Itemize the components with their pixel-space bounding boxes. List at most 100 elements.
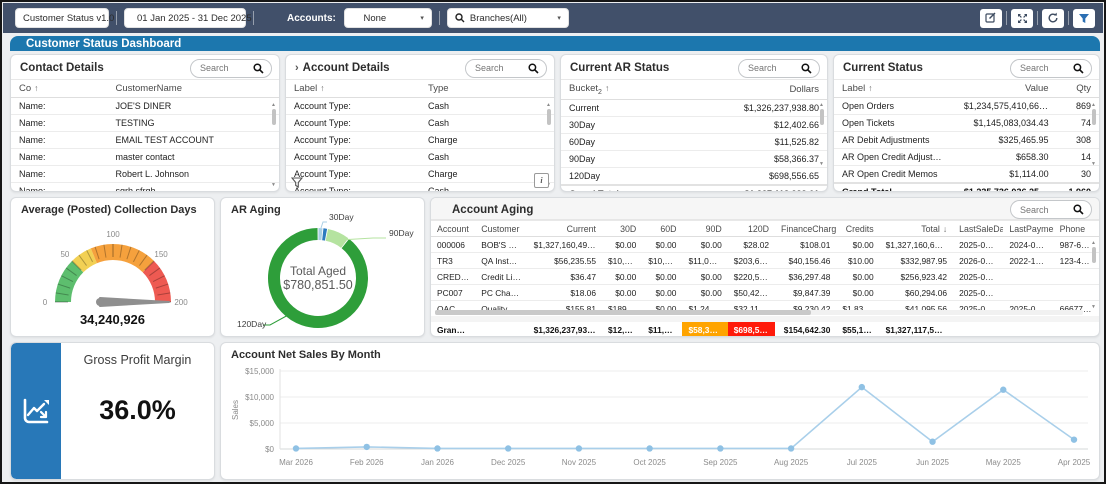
table-row[interactable]: Current$1,326,237,938.80 [561,99,827,116]
horizontal-scrollbar[interactable] [435,310,1083,315]
column-header[interactable]: Label↑ [286,80,420,98]
column-header[interactable]: FinanceCharges [775,221,836,237]
table-row[interactable]: 120Day$698,556.65 [561,167,827,185]
table-cell: Name: [11,132,107,149]
search-input[interactable] [746,62,796,74]
table-cell: $9,847.39 [775,285,836,301]
table-row[interactable]: Name:TESTING [11,115,279,132]
table-cell: Credit Limit Ac... [475,269,527,285]
table-row[interactable]: Name:JOE'S DINER [11,98,279,115]
grand-total-cell [953,319,1003,337]
table-row[interactable]: Name:EMAIL TEST ACCOUNT [11,132,279,149]
vertical-scrollbar[interactable]: ▲▼ [1089,102,1098,167]
column-header[interactable]: CustomerName [107,80,279,98]
column-header[interactable]: 60D [642,221,682,237]
table-row[interactable]: Open Orders$1,234,575,410,666.96869 [834,98,1099,115]
column-header[interactable]: Credits [836,221,879,237]
expand-button[interactable] [1011,9,1033,28]
column-header[interactable]: Customer [475,221,527,237]
dashboard-version-select[interactable]: Customer Status v1.0 ▾ [15,8,109,28]
table-row[interactable]: PC007PC Charge$18.06$0.00$0.00$0.00$50,4… [431,285,1099,301]
info-button[interactable]: i [534,173,549,188]
column-header[interactable]: Value [956,80,1057,98]
grand-total-cell: $1,326,237,938.80 [528,319,602,337]
column-header[interactable]: Co↑ [11,80,107,98]
table-row[interactable]: Account Type:Cash [286,98,554,115]
column-header[interactable]: Account [431,221,475,237]
filter-button[interactable] [1073,9,1095,28]
vertical-scrollbar[interactable]: ▲▼ [1089,240,1098,310]
column-header[interactable]: LastSaleDate [953,221,1003,237]
column-header[interactable]: Label↑ [834,80,956,98]
grand-total-cell: $58,366.37 [682,319,727,337]
table-row[interactable]: 000006BOB'S EXCAVA...$1,327,160,494...$0… [431,237,1099,253]
table-row[interactable]: AR Open Credit Adjustments$658.3014 [834,149,1099,166]
collection-days-card: Average (Posted) Collection Days 0501001… [10,197,215,337]
column-header[interactable]: Phone [1054,221,1099,237]
search-input[interactable] [1018,204,1068,216]
search-box[interactable] [1010,59,1092,78]
column-header[interactable]: Type [420,80,554,98]
vertical-scrollbar[interactable]: ▲▼ [269,102,278,188]
grand-total-cell [1003,319,1053,337]
column-header[interactable]: LastPaymentDate [1003,221,1053,237]
table-row[interactable]: 30Day$12,402.66 [561,116,827,133]
table-row[interactable]: Open Tickets$1,145,083,034.4374 [834,115,1099,132]
column-header[interactable]: Bucket2↑ [561,80,699,100]
svg-text:Sales: Sales [231,400,240,420]
branches-value: Branches(All) [470,13,527,24]
column-header[interactable]: 30D [602,221,642,237]
panel-title: Current AR Status [570,62,669,74]
table-row[interactable]: Name:Robert L. Johnson [11,166,279,183]
refresh-button[interactable] [1042,9,1064,28]
edit-button[interactable] [980,9,1002,28]
table-cell: Open Tickets [834,115,956,132]
collapse-chevron[interactable]: › [295,62,299,74]
search-box[interactable] [1010,200,1092,219]
table-row[interactable]: AR Debit Adjustments$325,465.95308 [834,132,1099,149]
branches-select[interactable]: Branches(All) ▾ [447,8,569,28]
svg-text:0: 0 [42,298,47,307]
search-box[interactable] [465,59,547,78]
table-row[interactable]: Account Type:Cash [286,149,554,166]
table-row[interactable]: 60Day$11,525.82 [561,133,827,150]
topbar-actions [980,9,1095,28]
column-header[interactable]: Dollars [699,80,827,100]
table-cell: 2025-05-09 [953,285,1003,301]
table-row[interactable]: Account Type:Charge [286,166,554,183]
accounts-select[interactable]: None ▾ [344,8,432,28]
table-row[interactable]: 90Day$58,366.37 [561,150,827,167]
table-cell: 2022-10-13 [1003,253,1053,269]
table-row[interactable]: Account Type:Cash [286,183,554,193]
column-header[interactable]: Current [528,221,602,237]
vertical-scrollbar[interactable]: ▲▼ [817,102,826,167]
search-input[interactable] [1018,62,1068,74]
search-input[interactable] [198,62,248,74]
svg-text:$5,000: $5,000 [250,419,275,428]
filter-icon[interactable] [291,177,303,188]
table-cell: AR Open Credit Adjustments [834,149,956,166]
table-cell: sgrh sfrgh [107,183,279,193]
table-row[interactable]: Name:master contact [11,149,279,166]
grand-total-cell [1054,319,1099,337]
date-range-picker[interactable]: 01 Jan 2025 - 31 Dec 2025 [124,8,246,28]
grand-total-row: Grand Total$1,327,118,233.61 [561,185,827,192]
table-row[interactable]: Name:sgrh sfrgh [11,183,279,193]
table-row[interactable]: CREDIT-LMTCredit Limit Ac...$36.47$0.00$… [431,269,1099,285]
column-header[interactable]: 120D [728,221,775,237]
column-header[interactable]: Total↓ [880,221,953,237]
table-cell: $10.00 [836,253,879,269]
table-row[interactable]: Account Type:Cash [286,115,554,132]
table-row[interactable]: AR Open Credit Memos$1,114.0030 [834,166,1099,184]
table-row[interactable]: Account Type:Charge [286,132,554,149]
table-cell: 2025-05-09 [953,237,1003,253]
dashboard-screen: Customer Status v1.0 ▾ 01 Jan 2025 - 31 … [0,0,1106,484]
search-box[interactable] [190,59,272,78]
table-cell: $12,402.66 [699,116,827,133]
table-row[interactable]: TR3QA Installment ...$56,235.55$10,979.7… [431,253,1099,269]
search-input[interactable] [473,62,523,74]
column-header[interactable]: 90D [682,221,727,237]
column-header[interactable]: Qty [1057,80,1099,98]
table-cell: $0.00 [682,237,727,253]
search-box[interactable] [738,59,820,78]
